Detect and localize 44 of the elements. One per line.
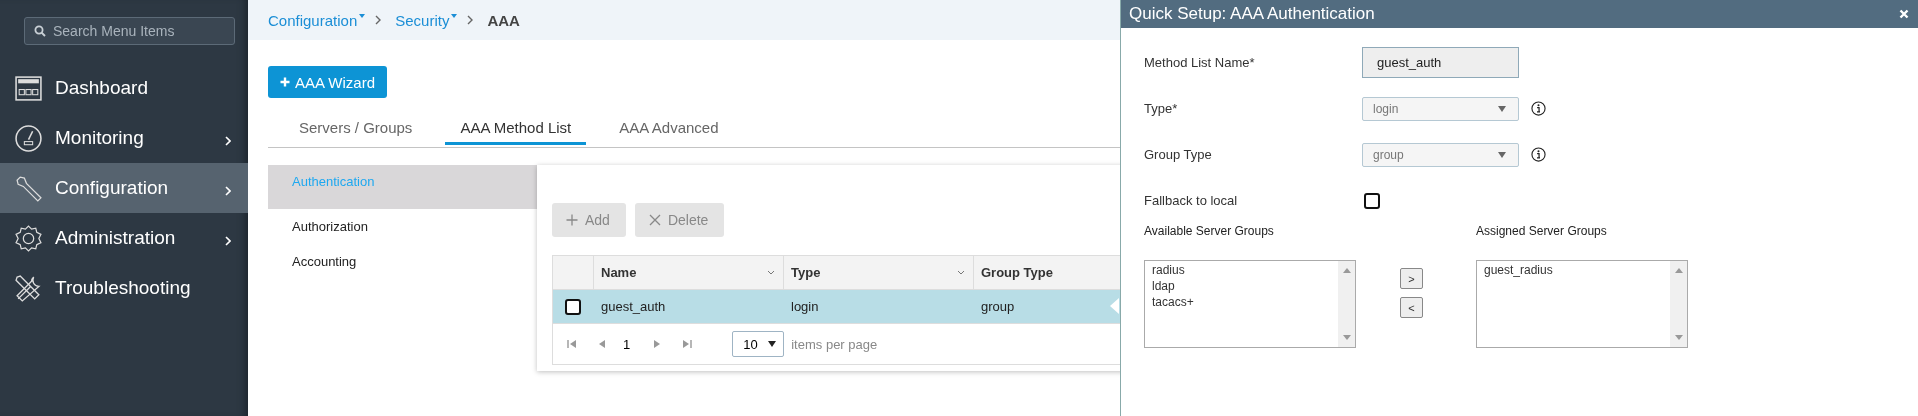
nav-item[interactable]: Configuration xyxy=(0,163,248,213)
search-field[interactable]: Search Menu Items xyxy=(24,17,235,45)
list-item[interactable]: guest_radius xyxy=(1484,262,1670,278)
table-row[interactable]: guest_auth login group xyxy=(553,290,1120,323)
field-label: Fallback to local xyxy=(1144,193,1239,208)
select-field[interactable]: group xyxy=(1362,142,1519,167)
tab[interactable]: AAA Advanced xyxy=(604,115,734,145)
panel-title: Quick Setup: AAA Authentication xyxy=(1129,4,1375,24)
page-number[interactable]: 1 xyxy=(623,326,631,362)
text-field[interactable]: guest_auth xyxy=(1362,47,1519,78)
tab[interactable]: Servers / Groups xyxy=(284,115,428,145)
tab[interactable]: AAA Method List xyxy=(445,115,587,145)
items-per-page-label: items per page xyxy=(791,336,878,352)
breadcrumb-current: AAA xyxy=(487,11,520,29)
nav-item[interactable]: Monitoring xyxy=(0,113,248,163)
field-label: Type* xyxy=(1144,101,1179,116)
select-field[interactable]: login xyxy=(1362,96,1519,121)
column-header[interactable]: Name xyxy=(593,256,783,289)
move-button[interactable]: > xyxy=(1400,268,1423,289)
nav-label: Administration xyxy=(55,227,177,249)
table-cell-text: login xyxy=(790,298,820,316)
list-item[interactable]: tacacs+ xyxy=(1152,294,1338,310)
list-box[interactable]: radius ldap tacacs+ xyxy=(1144,260,1356,348)
nav-item[interactable]: Administration xyxy=(0,213,248,263)
list-title: Available Server Groups xyxy=(1144,224,1275,240)
subnav-item[interactable]: Authorization xyxy=(268,209,537,244)
nav-item[interactable]: Troubleshooting xyxy=(0,263,248,313)
subnav-item[interactable]: Accounting xyxy=(268,244,537,279)
nav-label: Dashboard xyxy=(55,77,149,99)
move-button[interactable]: < xyxy=(1400,297,1423,318)
list-item[interactable]: radius xyxy=(1152,262,1338,278)
nav-label: Troubleshooting xyxy=(55,277,192,299)
list-item[interactable]: ldap xyxy=(1152,278,1338,294)
column-header[interactable]: Type xyxy=(783,256,973,289)
list-box[interactable]: guest_radius xyxy=(1476,260,1688,348)
list-title: Assigned Server Groups xyxy=(1476,224,1608,240)
field-label: Group Type xyxy=(1144,147,1213,162)
nav-label: Monitoring xyxy=(55,127,145,149)
table-cell-text: guest_auth xyxy=(600,298,667,316)
page-size-select[interactable]: 10 xyxy=(732,331,785,357)
field-label: Method List Name* xyxy=(1144,55,1256,70)
nav-item[interactable]: Dashboard xyxy=(0,63,248,113)
table-cell-text: group xyxy=(980,298,1016,316)
nav-label: Configuration xyxy=(55,177,170,199)
